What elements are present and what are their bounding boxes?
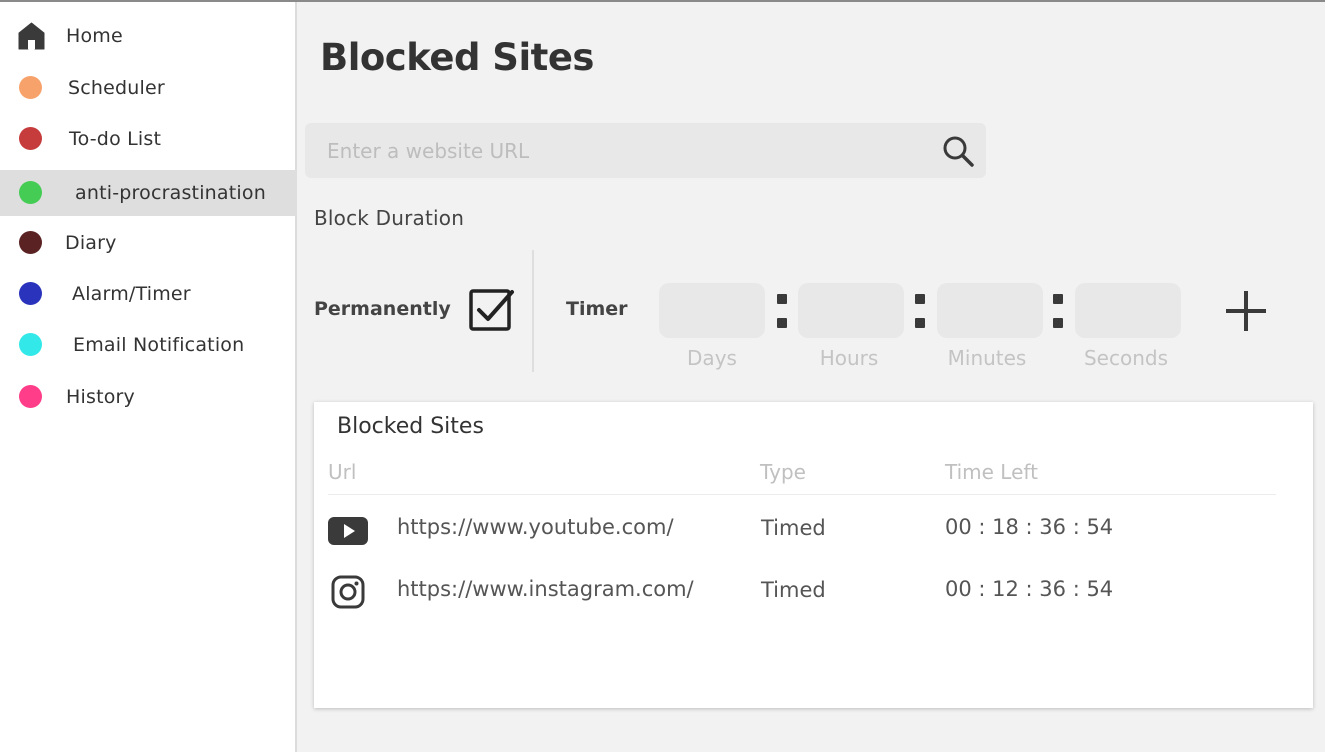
hours-input[interactable] (798, 283, 904, 338)
table-title: Blocked Sites (337, 414, 484, 439)
permanently-checkbox[interactable] (467, 286, 515, 334)
add-button[interactable] (1222, 286, 1270, 334)
timer-label: Timer (566, 298, 628, 320)
alarm-dot-icon (19, 282, 42, 305)
diary-dot-icon (19, 231, 42, 254)
sidebar: Home Scheduler To-do List anti-procrasti… (0, 2, 297, 752)
sidebar-item-scheduler[interactable]: Scheduler (0, 65, 297, 111)
row-type: Timed (761, 578, 826, 602)
permanently-label: Permanently (314, 298, 451, 320)
column-header-time-left: Time Left (945, 460, 1038, 484)
table-row[interactable]: https://www.instagram.com/ Timed 00 : 12… (314, 566, 1313, 616)
minutes-caption: Minutes (947, 346, 1027, 370)
minutes-input[interactable] (937, 283, 1043, 338)
search-bar (305, 123, 986, 178)
sidebar-item-label: History (66, 386, 135, 408)
hours-caption: Hours (819, 346, 879, 370)
seconds-input[interactable] (1075, 283, 1181, 338)
row-url[interactable]: https://www.instagram.com/ (397, 577, 694, 601)
block-duration-heading: Block Duration (314, 206, 465, 230)
sidebar-item-label: Email Notification (73, 334, 245, 356)
duration-divider (532, 250, 534, 372)
sidebar-item-home[interactable]: Home (0, 13, 297, 59)
header-divider (328, 494, 1276, 495)
email-dot-icon (19, 333, 42, 356)
sidebar-item-label: Diary (65, 232, 117, 254)
table-row[interactable]: https://www.youtube.com/ Timed 00 : 18 :… (314, 504, 1313, 554)
column-header-url: Url (328, 460, 357, 484)
youtube-icon (328, 517, 368, 545)
history-dot-icon (19, 385, 42, 408)
seconds-caption: Seconds (1083, 346, 1169, 370)
row-type: Timed (761, 516, 826, 540)
instagram-icon (331, 575, 365, 609)
scheduler-dot-icon (19, 76, 42, 99)
anti-procrastination-dot-icon (19, 181, 42, 204)
colon-separator (1053, 294, 1063, 328)
search-input[interactable] (305, 123, 925, 178)
sidebar-item-diary[interactable]: Diary (0, 220, 297, 266)
todo-dot-icon (19, 127, 42, 150)
sidebar-item-history[interactable]: History (0, 374, 297, 420)
sidebar-item-alarm-timer[interactable]: Alarm/Timer (0, 271, 297, 317)
sidebar-item-todo-list[interactable]: To-do List (0, 116, 297, 162)
sidebar-item-label: Scheduler (68, 77, 165, 99)
search-icon[interactable] (940, 133, 976, 169)
sidebar-item-anti-procrastination[interactable]: anti-procrastination (0, 170, 297, 216)
row-url[interactable]: https://www.youtube.com/ (397, 515, 674, 539)
days-input[interactable] (659, 283, 765, 338)
days-caption: Days (687, 346, 737, 370)
colon-separator (915, 294, 925, 328)
sidebar-item-label: anti-procrastination (75, 182, 266, 204)
row-time-left: 00 : 18 : 36 : 54 (945, 515, 1114, 539)
colon-separator (777, 294, 787, 328)
sidebar-item-label: Alarm/Timer (72, 283, 191, 305)
page-title: Blocked Sites (320, 36, 594, 79)
column-header-type: Type (760, 460, 806, 484)
blocked-sites-table: Blocked Sites Url Type Time Left https:/… (314, 402, 1313, 708)
sidebar-item-email-notification[interactable]: Email Notification (0, 322, 297, 368)
home-icon (18, 22, 45, 50)
sidebar-item-label: Home (66, 25, 123, 47)
row-time-left: 00 : 12 : 36 : 54 (945, 577, 1114, 601)
sidebar-item-label: To-do List (69, 128, 162, 150)
